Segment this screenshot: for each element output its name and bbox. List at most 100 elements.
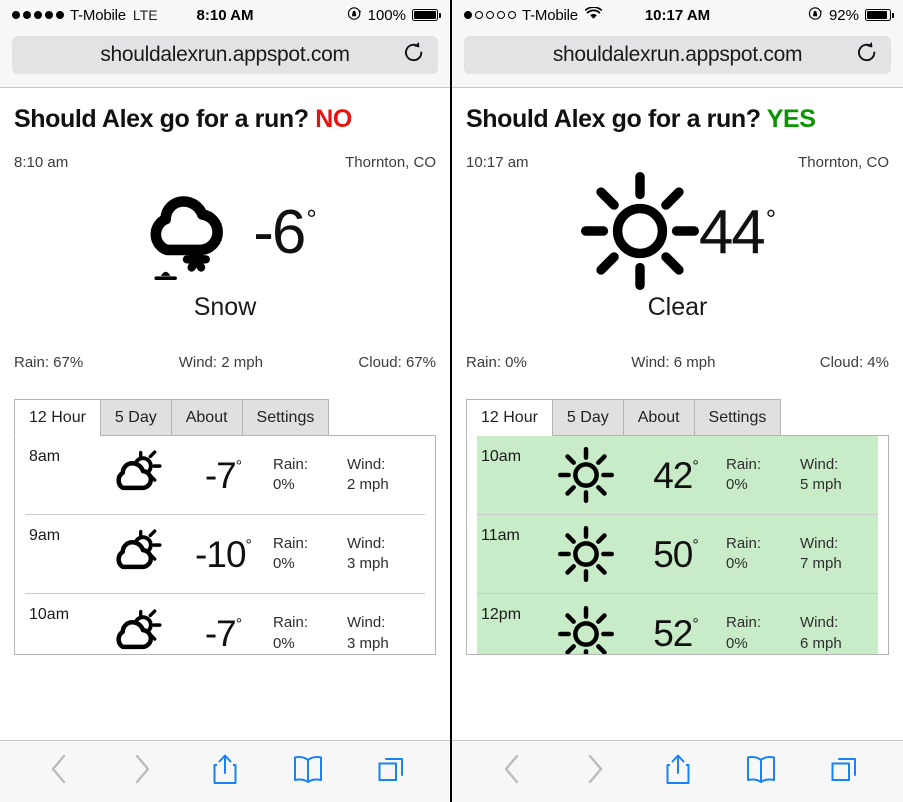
share-button[interactable] [655,750,701,794]
reload-icon[interactable] [403,40,425,69]
stat-item: Cloud: 67% [358,354,436,371]
hour-rain: Rain: 0% [726,613,800,654]
tab-strip: 12 Hour 5 Day About Settings [466,399,889,436]
hourly-row: 11am 50 ° Rain: 0% Wind: 7 mph [477,515,878,594]
forward-button[interactable] [119,750,165,794]
tab-about[interactable]: About [622,399,695,436]
hour-rain: Rain: 0% [273,534,347,575]
hour-wind-label: Wind: [347,534,386,552]
tab-5-day[interactable]: 5 Day [99,399,172,436]
battery-icon [412,9,441,21]
signal-dot [486,11,494,19]
hour-time: 9am [29,527,61,544]
back-button[interactable] [36,750,82,794]
book-icon [293,755,323,788]
reload-icon[interactable] [856,40,878,69]
headline-question: Should Alex go for a run? [14,105,309,133]
page-title: Should Alex go for a run? YES [466,105,889,134]
share-icon [212,753,238,790]
hour-rain: Rain: 0% [273,613,347,654]
tab-12-hour[interactable]: 12 Hour [466,399,553,436]
sun-icon [547,447,625,503]
tab-settings[interactable]: Settings [693,399,782,436]
degree-symbol: ° [245,536,252,554]
hour-temperature: -7 ° [173,457,273,494]
hour-wind-label: Wind: [800,534,839,552]
phone-screen-right: T-Mobile 10:17 AM 92% shouldalexrun.appspot… [452,0,903,802]
verdict-answer: NO [315,105,352,133]
condition-label: Clear [647,293,708,321]
stat-item: Rain: 67% [14,354,84,371]
dual-screenshot-container: T-Mobile LTE 8:10 AM 100% shouldalexrun.apps… [0,0,903,802]
hour-wind: Wind: 6 mph [800,613,874,654]
back-button[interactable] [489,750,535,794]
tab-12-hour[interactable]: 12 Hour [14,399,101,436]
chevron-left-icon [502,753,522,790]
browser-toolbar [0,740,450,802]
hour-temperature: 52 ° [625,615,726,652]
headline-question: Should Alex go for a run? [466,105,761,133]
page-content: Should Alex go for a run? NO 8:10 am Thorn… [0,88,450,740]
tabs-icon [377,755,405,788]
hour-rain-label: Rain: [726,455,762,473]
hour-rain-value: 0% [726,634,748,652]
current-temperature-value: 44 [698,198,766,267]
tab-settings[interactable]: Settings [241,399,330,436]
sun-icon [580,171,699,295]
current-temperature: 44 ° [698,198,777,267]
forward-button[interactable] [572,750,618,794]
degree-symbol: ° [765,204,777,234]
hour-rain-value: 0% [726,476,748,493]
tabs-button[interactable] [368,750,414,794]
signal-strength-dots [12,11,64,19]
tab-about[interactable]: About [170,399,243,436]
hour-wind-value: 7 mph [800,555,842,572]
meta-row: 10:17 am Thornton, CO [466,154,889,171]
url-bar[interactable]: shouldalexrun.appspot.com [12,35,438,74]
current-temperature-value: -6 [253,198,306,267]
tabs-button[interactable] [821,750,867,794]
hour-wind: Wind: 3 mph [347,534,421,575]
hour-temperature-value: -7 [204,613,237,654]
rotation-lock-icon [808,6,823,25]
hour-temperature-value: 42 [653,454,693,496]
tab-5-day[interactable]: 5 Day [551,399,624,436]
page-title: Should Alex go for a run? NO [14,105,436,134]
forecast-tabs: 12 Hour 5 Day About Settings 8am -7 ° Rain: 0% Wi… [14,399,436,655]
network-type-label: LTE [132,7,158,23]
share-button[interactable] [202,750,248,794]
hour-temperature: 42 ° [625,457,726,494]
tab-panel-12-hour: 8am -7 ° Rain: 0% Wind: 2 mph 9am -10 ° Rain: 0% Win… [14,435,436,655]
page-content: Should Alex go for a run? YES 10:17 am Tho… [452,88,903,740]
battery-fill [414,11,436,19]
url-text: shouldalexrun.appspot.com [100,42,350,66]
current-conditions: -6 ° [14,177,436,289]
hourly-row: 9am -10 ° Rain: 0% Wind: 3 mph [25,515,425,594]
status-bar: T-Mobile LTE 8:10 AM 100% [0,0,450,30]
tab-panel-12-hour: 10am 42 ° Rain: 0% Wind: 5 mph 11am 50 ° Rain: 0% Wi… [466,435,889,655]
stat-item: Wind: 2 mph [178,354,263,371]
url-bar[interactable]: shouldalexrun.appspot.com [464,35,891,74]
hour-time: 12pm [481,606,522,623]
bookmarks-button[interactable] [285,750,331,794]
hourly-row: 8am -7 ° Rain: 0% Wind: 2 mph [25,436,425,515]
cloud-snow-icon [135,172,253,295]
hour-rain-label: Rain: [273,534,309,552]
hour-wind: Wind: 3 mph [347,613,421,654]
hour-time: 8am [29,448,61,465]
degree-symbol: ° [306,204,317,234]
hour-rain-value: 0% [726,555,748,572]
hourly-row: 12pm 52 ° Rain: 0% Wind: 6 mph [477,594,878,654]
hour-rain-value: 0% [273,555,295,572]
hour-time: 11am [481,527,520,544]
degree-symbol: ° [235,616,242,633]
degree-symbol: ° [692,457,698,475]
hour-temperature-value: -7 [204,454,237,496]
hour-rain: Rain: 0% [273,455,347,496]
chevron-right-icon [132,753,152,790]
signal-dot [464,11,472,19]
signal-dot [12,11,20,19]
bookmarks-button[interactable] [738,750,784,794]
degree-symbol: ° [692,536,698,554]
hour-time: 10am [29,606,70,623]
